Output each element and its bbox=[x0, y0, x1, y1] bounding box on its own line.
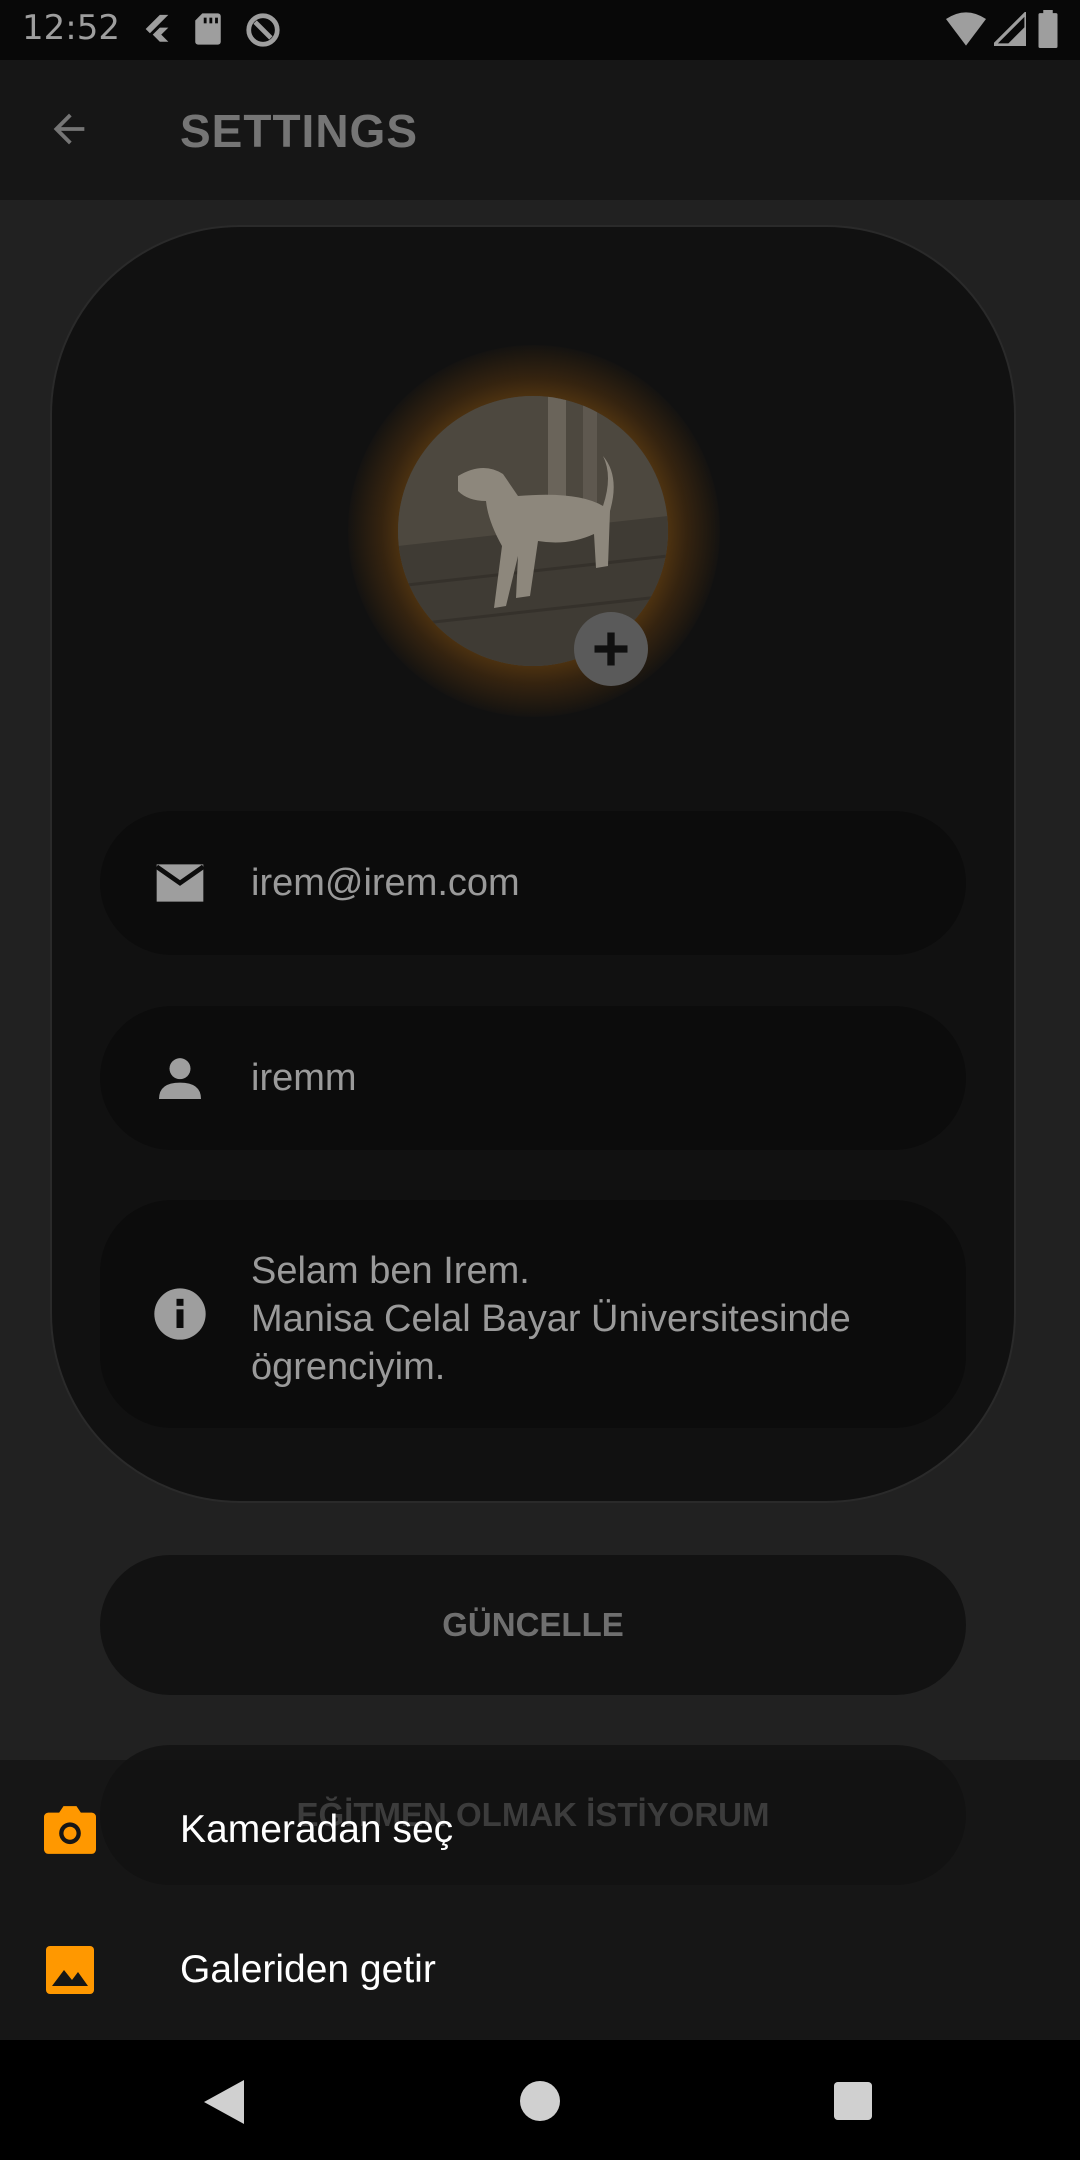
recents-square-icon[interactable] bbox=[834, 2082, 872, 2120]
app-bar bbox=[0, 60, 1080, 200]
person-icon bbox=[159, 1058, 201, 1099]
bio-line: Manisa Celal Bayar Üniversitesinde bbox=[251, 1298, 851, 1340]
home-circle-icon[interactable] bbox=[520, 2081, 560, 2121]
arrow-back-icon[interactable] bbox=[46, 106, 92, 152]
update-button-label: GÜNCELLE bbox=[442, 1606, 624, 1643]
sd-card-icon bbox=[195, 13, 221, 45]
wifi-icon bbox=[946, 12, 986, 46]
mail-icon bbox=[155, 864, 205, 902]
navigation-bar bbox=[0, 2040, 1080, 2160]
signal-icon bbox=[994, 12, 1026, 46]
add-photo-button[interactable] bbox=[574, 612, 648, 686]
image-icon bbox=[46, 1946, 94, 1994]
gallery-option-label: Galeriden getir bbox=[180, 1948, 436, 1991]
bio-line: Selam ben Irem. bbox=[251, 1250, 530, 1292]
gallery-option[interactable] bbox=[0, 1910, 1080, 2030]
email-field[interactable] bbox=[100, 811, 966, 955]
camera-option-label: Kameradan seç bbox=[180, 1808, 454, 1851]
battery-icon bbox=[1038, 10, 1058, 48]
info-icon bbox=[154, 1288, 206, 1340]
username-value: iremm bbox=[251, 1057, 357, 1099]
username-field[interactable] bbox=[100, 1006, 966, 1150]
flutter-icon bbox=[145, 14, 169, 42]
page-title: SETTINGS bbox=[180, 105, 419, 157]
do-not-disturb-icon bbox=[246, 13, 280, 47]
bio-text: Selam ben Irem. Manisa Celal Bayar Ünive… bbox=[251, 1247, 851, 1391]
plus-icon bbox=[594, 632, 628, 666]
back-triangle-icon[interactable] bbox=[204, 2080, 244, 2124]
status-time: 12:52 bbox=[22, 8, 120, 48]
camera-option[interactable] bbox=[0, 1770, 1080, 1890]
camera-icon bbox=[44, 1806, 96, 1854]
bio-line: ögrenciyim. bbox=[251, 1346, 446, 1388]
update-button[interactable]: GÜNCELLE bbox=[100, 1555, 966, 1695]
email-value: irem@irem.com bbox=[251, 862, 520, 904]
status-bar: 12:52 bbox=[0, 0, 1080, 60]
